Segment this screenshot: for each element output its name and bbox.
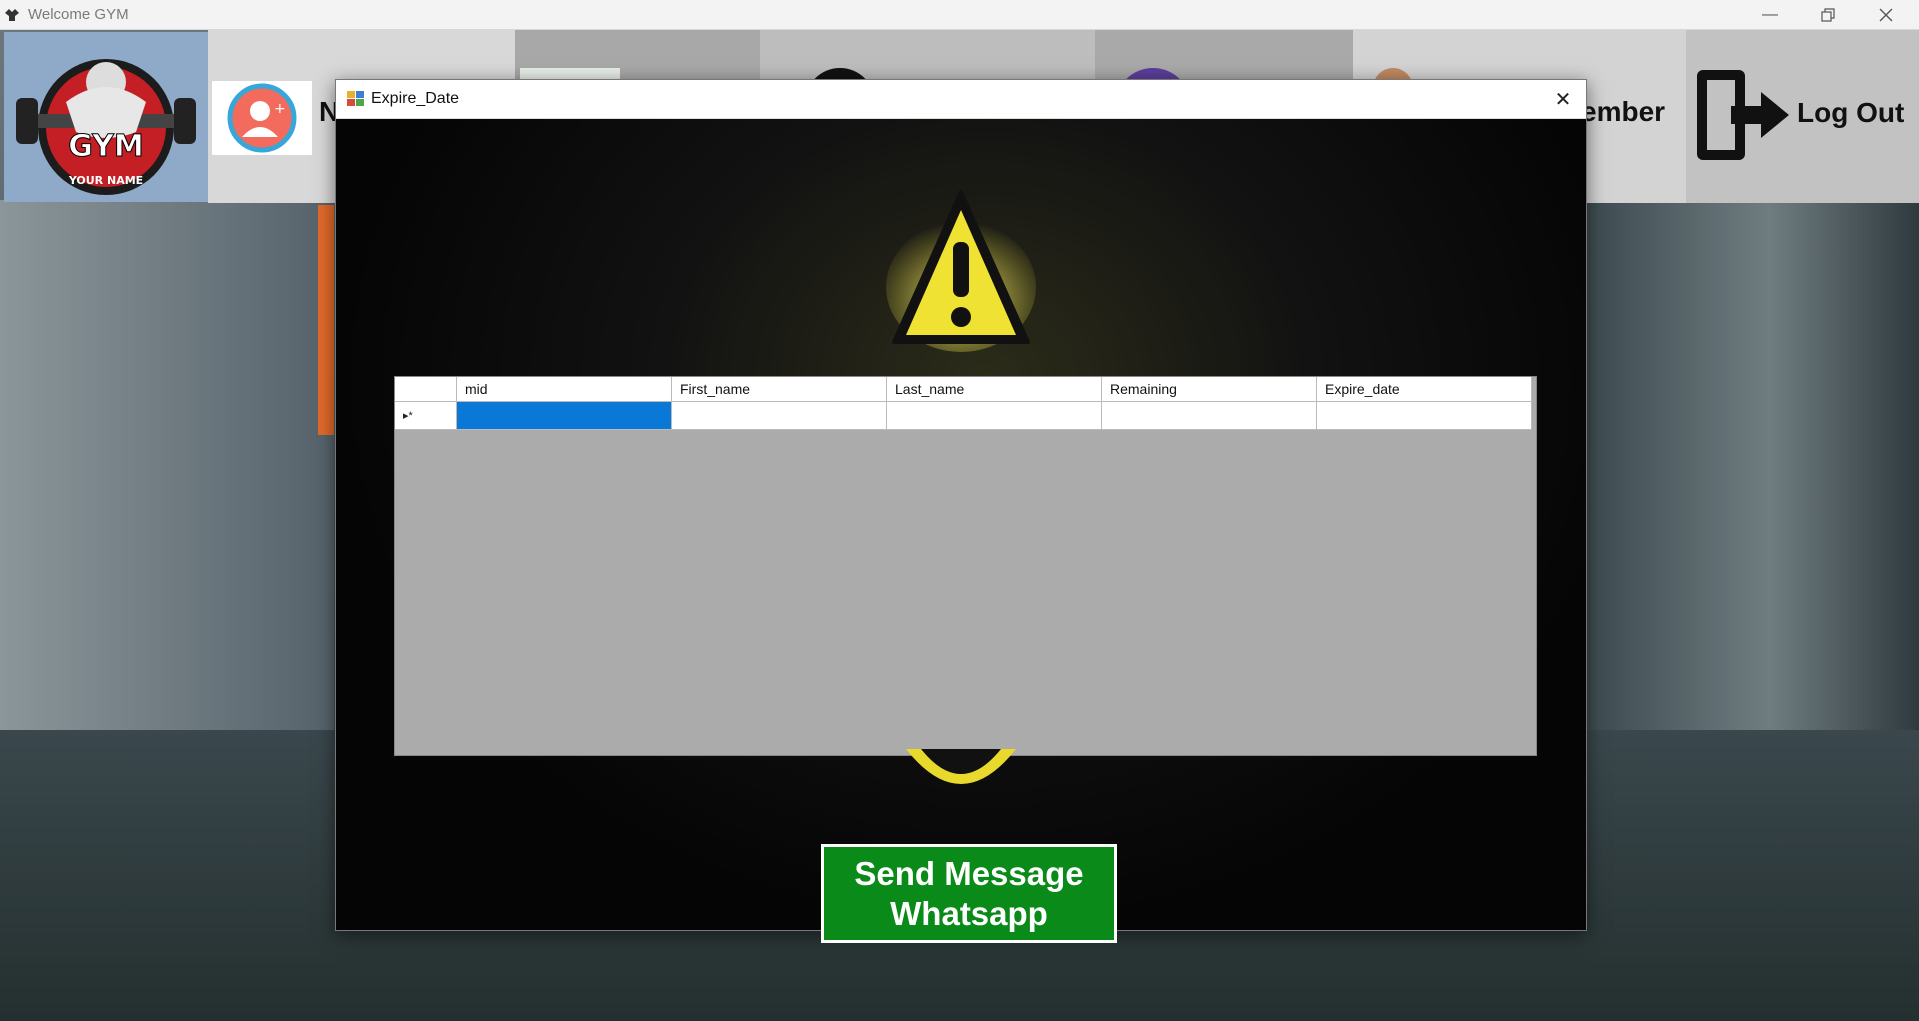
logout-icon [1697, 70, 1789, 160]
close-icon [1879, 8, 1893, 21]
column-header-mid[interactable]: mid [456, 377, 672, 402]
table-row[interactable]: ▸* [395, 401, 1532, 430]
logout-label: Log Out [1797, 97, 1905, 128]
minimize-button[interactable]: — [1741, 0, 1799, 29]
svg-text:+: + [274, 101, 286, 117]
grid-cell-expire-date[interactable] [1316, 401, 1532, 430]
column-header-last-name[interactable]: Last_name [886, 377, 1102, 402]
new-row-marker: ▸* [395, 401, 457, 430]
form-icon [347, 91, 364, 106]
grid-header-row: mid First_name Last_name Remaining Expir… [395, 377, 1532, 402]
restore-button[interactable] [1799, 0, 1857, 29]
send-whatsapp-message-button[interactable]: Send Message Whatsapp [821, 844, 1117, 943]
grid-cell-mid[interactable] [456, 401, 672, 430]
column-header-expire-date[interactable]: Expire_date [1316, 377, 1532, 402]
app-icon [5, 9, 19, 21]
grid-corner-header [395, 377, 457, 402]
window-title: Welcome GYM [28, 6, 129, 23]
member-label-partial: ember [1581, 96, 1666, 127]
dialog-body: mid First_name Last_name Remaining Expir… [336, 119, 1586, 943]
logo-text: GYM [68, 129, 144, 164]
column-header-remaining[interactable]: Remaining [1101, 377, 1317, 402]
grid-cell-first-name[interactable] [671, 401, 887, 430]
dialog-title: Expire_Date [371, 90, 460, 107]
expire-data-grid[interactable]: mid First_name Last_name Remaining Expir… [394, 376, 1537, 756]
send-button-line1: Send Message [854, 854, 1084, 892]
main-title-bar: Welcome GYM — [0, 0, 1919, 30]
warning-glow-decoration [906, 749, 1016, 784]
send-button-line2: Whatsapp [890, 894, 1048, 932]
gym-logo: GYM YOUR NAME [4, 32, 208, 202]
restore-icon [1821, 7, 1835, 22]
grid-cell-last-name[interactable] [886, 401, 1102, 430]
minimize-icon: — [1762, 5, 1778, 23]
warning-icon [886, 190, 1036, 352]
close-window-button[interactable] [1857, 0, 1915, 29]
column-header-first-name[interactable]: First_name [671, 377, 887, 402]
dialog-title-bar: Expire_Date ✕ [336, 80, 1586, 119]
dialog-close-button[interactable]: ✕ [1550, 86, 1576, 112]
grid-cell-remaining[interactable] [1101, 401, 1317, 430]
logout-button[interactable]: Log Out [1686, 30, 1919, 203]
close-icon: ✕ [1554, 88, 1572, 111]
logo-subtext: YOUR NAME [68, 174, 143, 187]
add-user-icon: + [212, 81, 312, 155]
expire-date-dialog: Expire_Date ✕ mid First_name Last_name R… [335, 79, 1587, 943]
